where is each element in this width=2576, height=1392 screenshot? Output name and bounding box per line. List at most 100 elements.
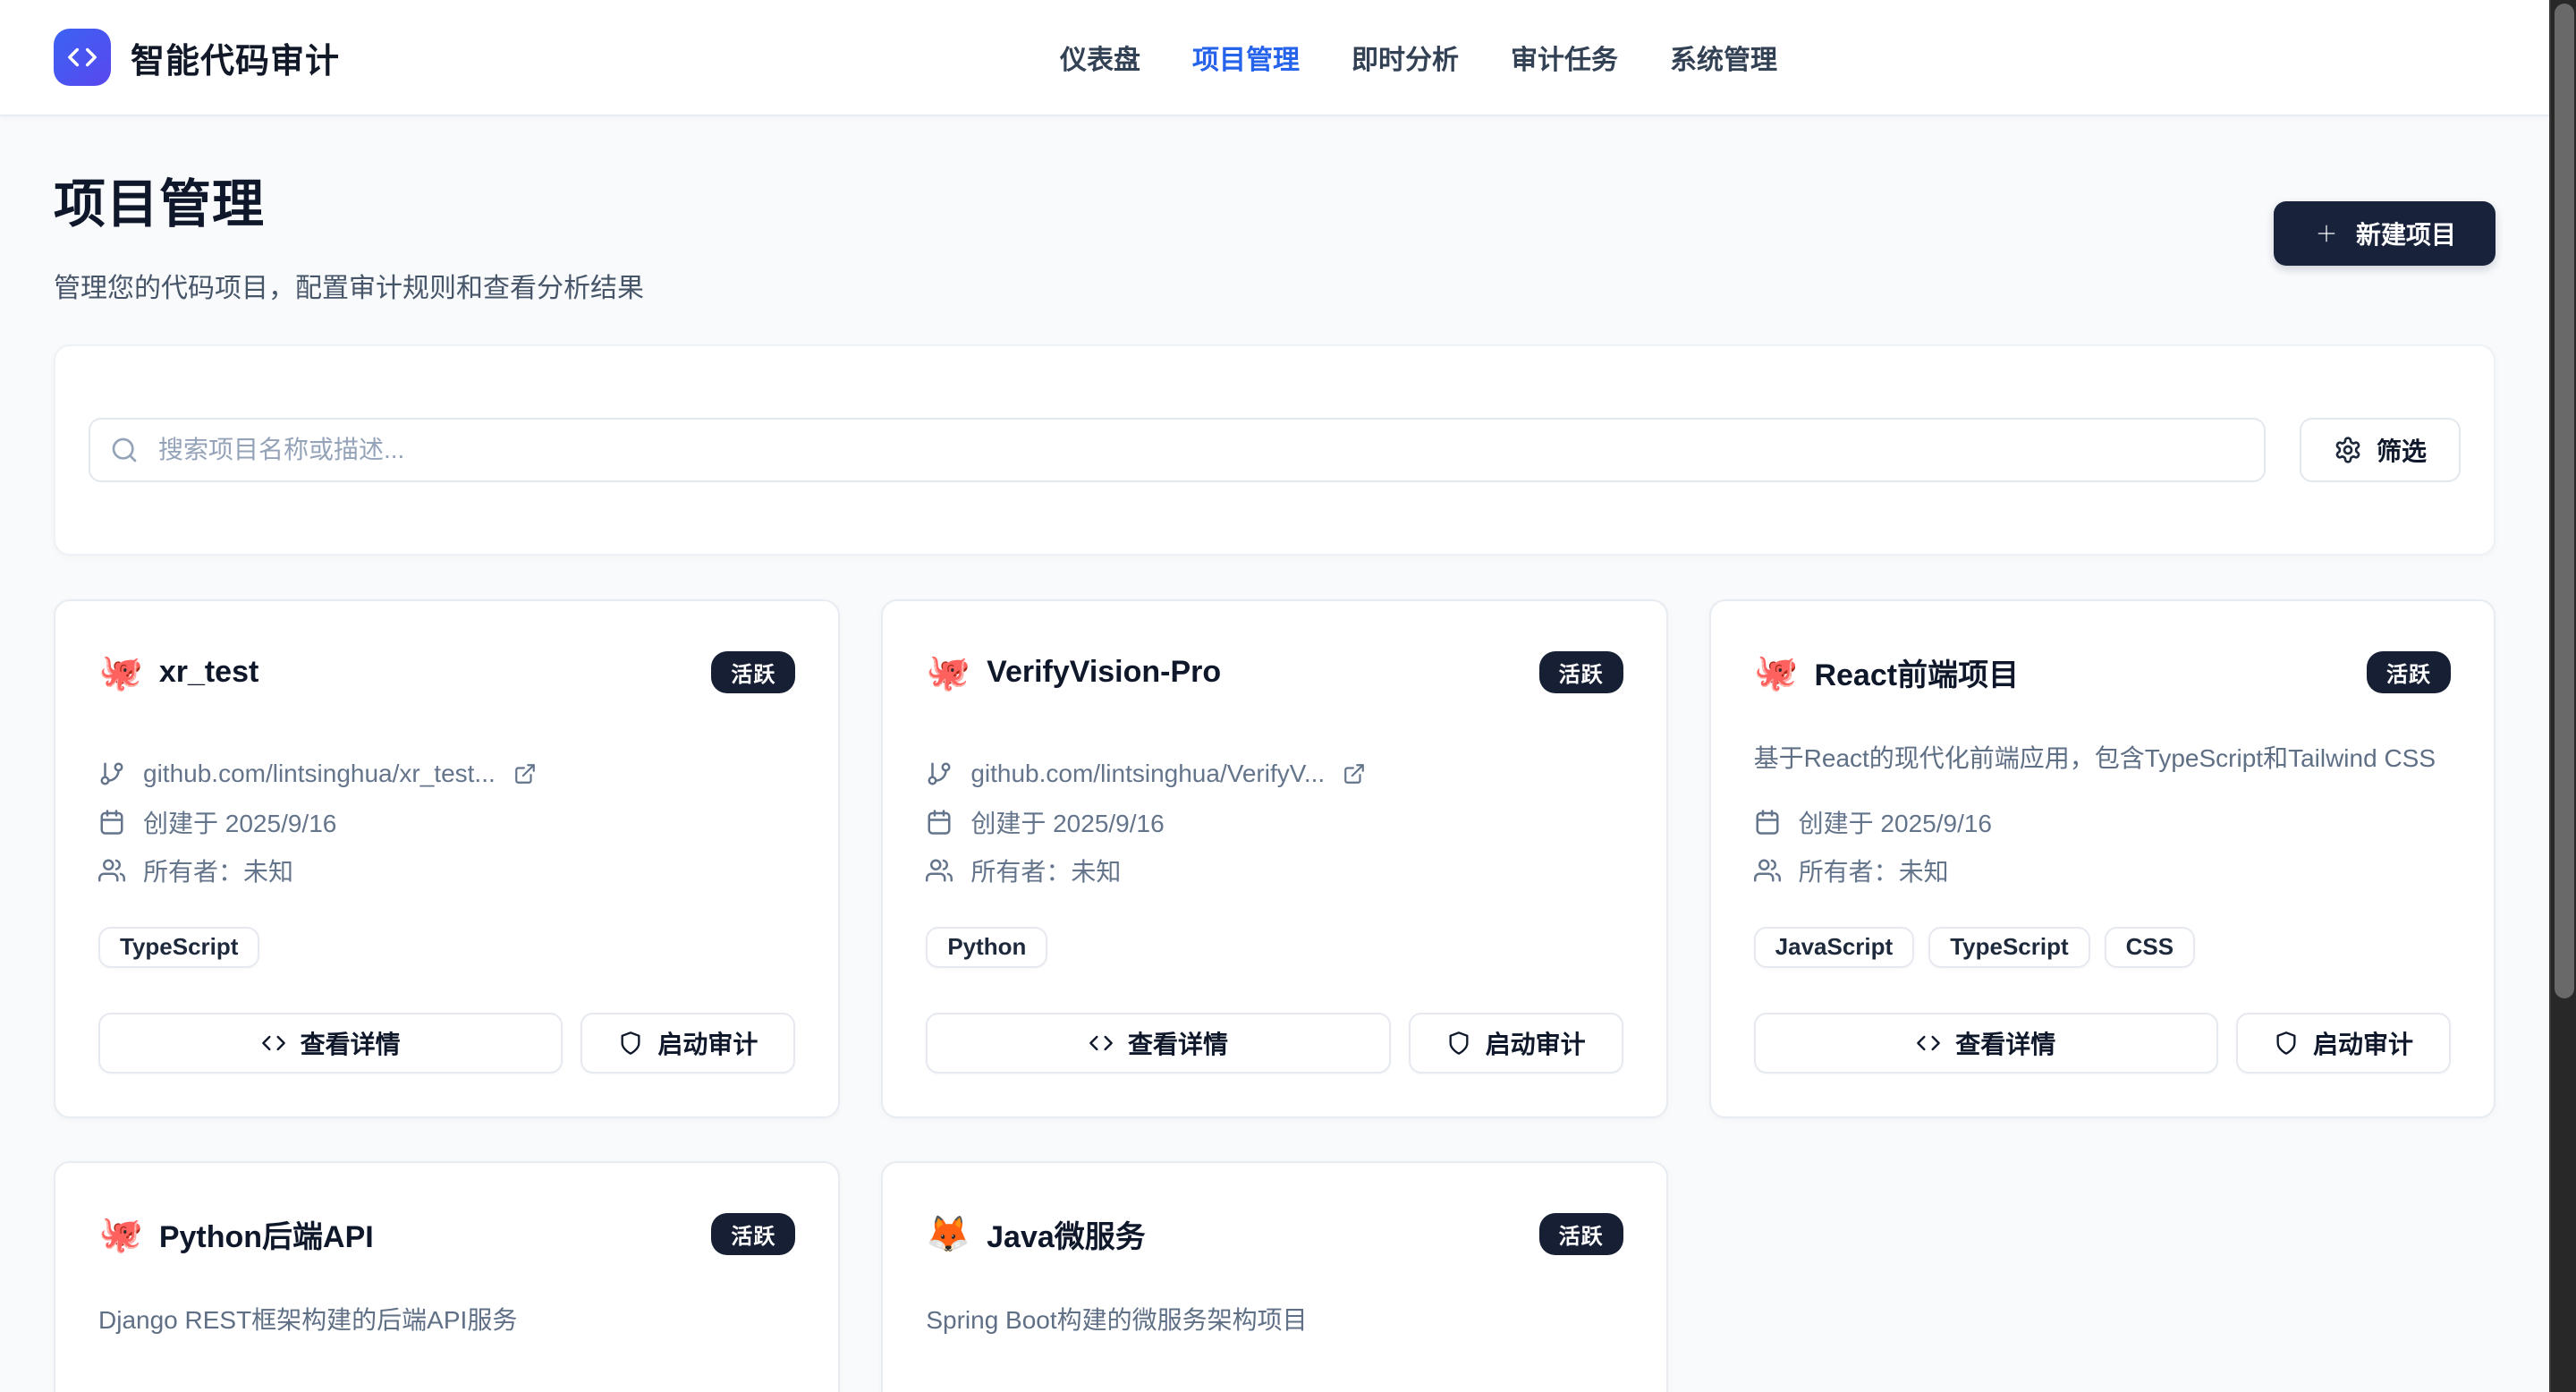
view-details-label: 查看详情 <box>1128 1025 1228 1061</box>
users-icon <box>926 857 953 884</box>
nav-item-audit-tasks[interactable]: 审计任务 <box>1511 38 1618 77</box>
created-row: 创建于 2025/9/16 <box>98 1383 795 1392</box>
language-tag: TypeScript <box>98 927 259 968</box>
nav-item-projects[interactable]: 项目管理 <box>1192 38 1300 77</box>
project-name: React前端项目 <box>1814 650 2019 694</box>
status-badge: 活跃 <box>1539 1213 1623 1255</box>
repo-link[interactable]: github.com/lintsinghua/VerifyV... <box>926 750 1623 798</box>
status-badge: 活跃 <box>2367 651 2451 693</box>
card-header: 🐙 VerifyVision-Pro 活跃 <box>926 644 1623 701</box>
view-details-button[interactable]: 查看详情 <box>98 1013 563 1074</box>
nav-item-system-admin[interactable]: 系统管理 <box>1670 38 1777 77</box>
owner-row: 所有者：未知 <box>98 846 795 895</box>
external-link-icon <box>1343 762 1366 785</box>
shield-icon <box>618 1031 643 1056</box>
language-tag: CSS <box>2105 927 2195 968</box>
external-link-icon <box>513 762 537 785</box>
git-branch-icon <box>98 760 125 787</box>
new-project-label: 新建项目 <box>2356 216 2456 251</box>
owner-row: 所有者：未知 <box>1754 846 2451 895</box>
code-icon <box>67 42 97 72</box>
repo-url: github.com/lintsinghua/VerifyV... <box>970 760 1325 788</box>
top-navigation-bar: 智能代码审计 仪表盘 项目管理 即时分析 审计任务 系统管理 <box>0 0 2549 116</box>
page-subtitle: 管理您的代码项目，配置审计规则和查看分析结果 <box>54 266 644 305</box>
created-text: 创建于 2025/9/16 <box>1799 804 1992 840</box>
page-header: 项目管理 管理您的代码项目，配置审计规则和查看分析结果 新建项目 <box>54 175 2496 305</box>
vertical-scrollbar[interactable] <box>2549 0 2576 1392</box>
card-header: 🦊 Java微服务 活跃 <box>926 1206 1623 1263</box>
card-header: 🐙 React前端项目 活跃 <box>1754 644 2451 701</box>
octopus-emoji-icon: 🐙 <box>98 655 143 691</box>
search-icon <box>110 436 139 464</box>
project-grid: 🐙 xr_test 活跃 github.com/lintsinghua/xr_t… <box>54 599 2496 1392</box>
owner-row: 所有者：未知 <box>926 846 1623 895</box>
plus-icon <box>2313 220 2340 247</box>
status-badge: 活跃 <box>711 651 795 693</box>
card-actions: 查看详情 启动审计 <box>1754 1013 2451 1074</box>
code-icon <box>261 1031 286 1056</box>
created-text: 创建于 2025/9/16 <box>143 804 336 840</box>
start-audit-label: 启动审计 <box>657 1025 758 1061</box>
card-title-wrap: 🐙 xr_test <box>98 655 258 691</box>
card-actions: 查看详情 启动审计 <box>98 1013 795 1074</box>
owner-text: 所有者：未知 <box>970 853 1121 888</box>
owner-text: 所有者：未知 <box>1799 853 1949 888</box>
view-details-button[interactable]: 查看详情 <box>1754 1013 2218 1074</box>
app-window: 智能代码审计 仪表盘 项目管理 即时分析 审计任务 系统管理 项目管理 管理您的… <box>0 0 2549 1392</box>
created-row: 创建于 2025/9/16 <box>926 1383 1623 1392</box>
language-tag: JavaScript <box>1754 927 1915 968</box>
repo-link[interactable]: github.com/lintsinghua/xr_test... <box>98 750 795 798</box>
card-title-wrap: 🐙 React前端项目 <box>1754 650 2019 694</box>
view-details-button[interactable]: 查看详情 <box>926 1013 1390 1074</box>
status-badge: 活跃 <box>711 1213 795 1255</box>
project-card-react-frontend: 🐙 React前端项目 活跃 基于React的现代化前端应用，包含TypeScr… <box>1709 599 2496 1118</box>
nav-item-instant-analysis[interactable]: 即时分析 <box>1352 38 1459 77</box>
shield-icon <box>1446 1031 1471 1056</box>
project-description: Django REST框架构建的后端API服务 <box>98 1303 795 1339</box>
app-logo <box>54 29 111 86</box>
project-name: VerifyVision-Pro <box>987 655 1221 690</box>
filter-button[interactable]: 筛选 <box>2300 418 2461 482</box>
start-audit-button[interactable]: 启动审计 <box>580 1013 795 1074</box>
octopus-emoji-icon: 🐙 <box>1754 655 1799 691</box>
start-audit-button[interactable]: 启动审计 <box>2236 1013 2451 1074</box>
main-nav: 仪表盘 项目管理 即时分析 审计任务 系统管理 <box>1060 0 1777 115</box>
project-card-verifyvision-pro: 🐙 VerifyVision-Pro 活跃 github.com/lintsin… <box>881 599 1667 1118</box>
calendar-icon <box>1754 809 1781 836</box>
search-filter-panel: 筛选 <box>54 344 2496 556</box>
project-name: Python后端API <box>159 1212 374 1256</box>
fox-emoji-icon: 🦊 <box>926 1217 970 1252</box>
language-tag: TypeScript <box>1928 927 2089 968</box>
project-description: 基于React的现代化前端应用，包含TypeScript和Tailwind CS… <box>1754 741 2451 777</box>
view-details-label: 查看详情 <box>1955 1025 2055 1061</box>
owner-text: 所有者：未知 <box>143 853 293 888</box>
card-actions: 查看详情 启动审计 <box>926 1013 1623 1074</box>
code-icon <box>1916 1031 1941 1056</box>
users-icon <box>98 857 125 884</box>
search-input[interactable] <box>89 418 2266 482</box>
start-audit-label: 启动审计 <box>1486 1025 1586 1061</box>
tag-list: Python <box>926 927 1623 968</box>
project-name: Java微服务 <box>987 1212 1146 1256</box>
project-card-xr-test: 🐙 xr_test 活跃 github.com/lintsinghua/xr_t… <box>54 599 840 1118</box>
nav-item-dashboard[interactable]: 仪表盘 <box>1060 38 1140 77</box>
created-row: 创建于 2025/9/16 <box>926 798 1623 846</box>
git-branch-icon <box>926 760 953 787</box>
calendar-icon <box>98 809 125 836</box>
shield-icon <box>2274 1031 2299 1056</box>
tag-list: TypeScript <box>98 927 795 968</box>
tag-list: JavaScript TypeScript CSS <box>1754 927 2451 968</box>
filter-label: 筛选 <box>2377 432 2427 468</box>
project-description: Spring Boot构建的微服务架构项目 <box>926 1303 1623 1339</box>
code-icon <box>1089 1031 1114 1056</box>
scrollbar-thumb[interactable] <box>2555 4 2574 998</box>
card-title-wrap: 🐙 Python后端API <box>98 1212 374 1256</box>
project-card-java-microservice: 🦊 Java微服务 活跃 Spring Boot构建的微服务架构项目 创建于 2… <box>881 1161 1667 1392</box>
start-audit-button[interactable]: 启动审计 <box>1409 1013 1623 1074</box>
brand: 智能代码审计 <box>54 29 340 86</box>
octopus-emoji-icon: 🐙 <box>926 655 970 691</box>
search-box <box>89 418 2266 482</box>
new-project-button[interactable]: 新建项目 <box>2274 201 2496 266</box>
card-header: 🐙 Python后端API 活跃 <box>98 1206 795 1263</box>
app-title: 智能代码审计 <box>131 33 340 82</box>
